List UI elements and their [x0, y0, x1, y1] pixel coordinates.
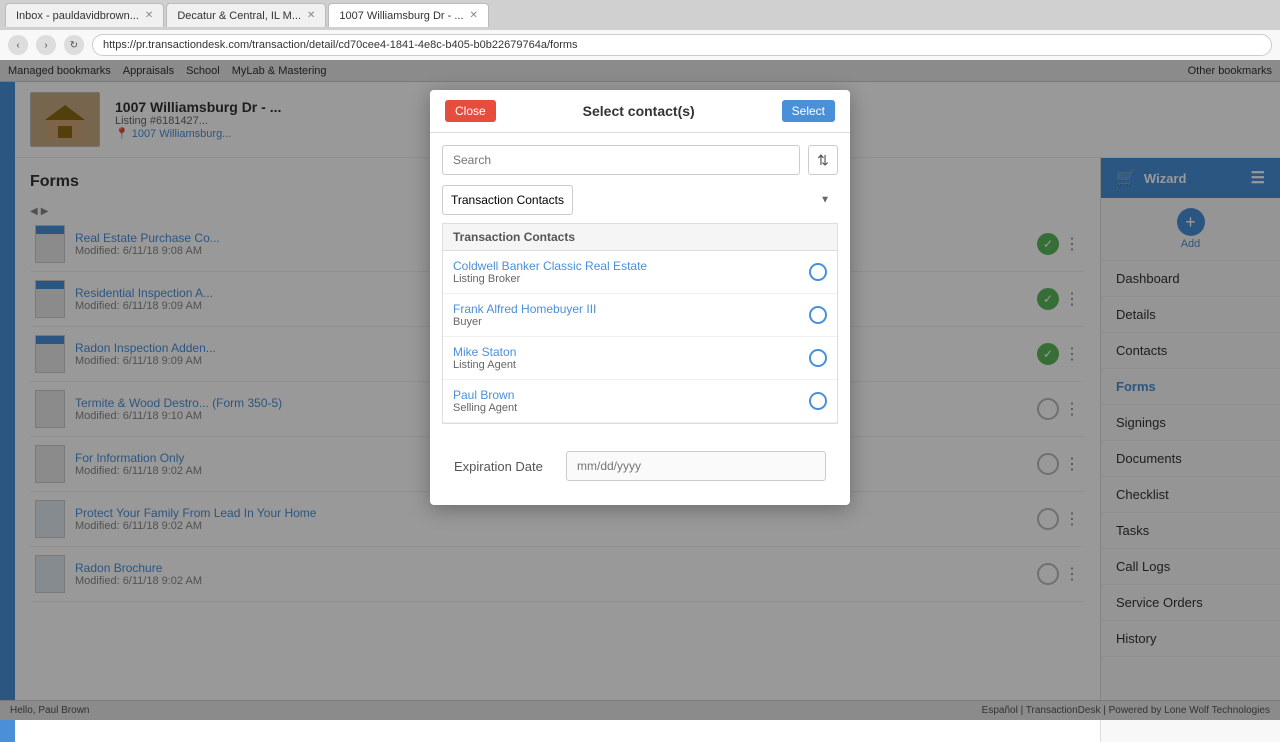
tab-williamsburg[interactable]: 1007 Williamsburg Dr - ... ✕ [328, 3, 488, 27]
expiration-date-input[interactable] [566, 451, 826, 481]
contact-name: Paul Brown [453, 388, 809, 402]
contact-name: Mike Staton [453, 345, 809, 359]
tab-label: Decatur & Central, IL M... [177, 10, 301, 22]
contact-search-input[interactable] [442, 145, 800, 175]
contact-role: Buyer [453, 316, 809, 328]
filter-row: Transaction Contacts [442, 185, 838, 215]
reload-button[interactable]: ↻ [64, 35, 84, 55]
contact-info: Paul Brown Selling Agent [453, 388, 809, 414]
contact-radio[interactable] [809, 349, 827, 367]
contact-item[interactable]: Coldwell Banker Classic Real Estate List… [443, 251, 837, 294]
contacts-list-header: Transaction Contacts [442, 223, 838, 250]
modal-select-button[interactable]: Select [782, 100, 835, 122]
tab-inbox[interactable]: Inbox - pauldavidbrown... ✕ [5, 3, 164, 27]
expiration-row: Expiration Date [454, 451, 826, 481]
contact-info: Frank Alfred Homebuyer III Buyer [453, 302, 809, 328]
contact-name: Frank Alfred Homebuyer III [453, 302, 809, 316]
contact-name: Coldwell Banker Classic Real Estate [453, 259, 809, 273]
contact-item[interactable]: Paul Brown Selling Agent [443, 380, 837, 423]
modal-overlay: Close Select contact(s) Select ⇅ Transac… [0, 60, 1280, 720]
tab-decatur[interactable]: Decatur & Central, IL M... ✕ [166, 3, 326, 27]
contact-info: Coldwell Banker Classic Real Estate List… [453, 259, 809, 285]
tab-label: 1007 Williamsburg Dr - ... [339, 10, 463, 22]
tab-close-icon[interactable]: ✕ [470, 10, 478, 21]
forward-button[interactable]: › [36, 35, 56, 55]
contact-role: Listing Broker [453, 273, 809, 285]
filter-select-wrapper: Transaction Contacts [442, 185, 838, 215]
select-contacts-modal: Close Select contact(s) Select ⇅ Transac… [430, 90, 850, 505]
modal-header: Close Select contact(s) Select [430, 90, 850, 133]
contact-item[interactable]: Mike Staton Listing Agent [443, 337, 837, 380]
browser-chrome: Inbox - pauldavidbrown... ✕ Decatur & Ce… [0, 0, 1280, 60]
tab-bar: Inbox - pauldavidbrown... ✕ Decatur & Ce… [0, 0, 1280, 30]
contact-radio[interactable] [809, 392, 827, 410]
contact-role: Selling Agent [453, 402, 809, 414]
expiration-section: Expiration Date [442, 439, 838, 493]
modal-title: Select contact(s) [496, 103, 782, 119]
modal-close-button[interactable]: Close [445, 100, 496, 122]
expiration-label: Expiration Date [454, 459, 554, 474]
contact-item[interactable]: Frank Alfred Homebuyer III Buyer [443, 294, 837, 337]
tab-label: Inbox - pauldavidbrown... [16, 10, 139, 22]
tab-close-icon[interactable]: ✕ [307, 10, 315, 21]
contacts-list: Coldwell Banker Classic Real Estate List… [442, 250, 838, 424]
search-row: ⇅ [442, 145, 838, 175]
contact-role: Listing Agent [453, 359, 809, 371]
filter-select[interactable]: Transaction Contacts [442, 185, 573, 215]
back-button[interactable]: ‹ [8, 35, 28, 55]
sort-button[interactable]: ⇅ [808, 145, 838, 175]
contact-radio[interactable] [809, 263, 827, 281]
address-input[interactable] [92, 34, 1272, 56]
address-bar: ‹ › ↻ [0, 30, 1280, 60]
modal-body: ⇅ Transaction Contacts Transaction Conta… [430, 133, 850, 505]
contact-info: Mike Staton Listing Agent [453, 345, 809, 371]
contact-radio[interactable] [809, 306, 827, 324]
tab-close-icon[interactable]: ✕ [145, 10, 153, 21]
